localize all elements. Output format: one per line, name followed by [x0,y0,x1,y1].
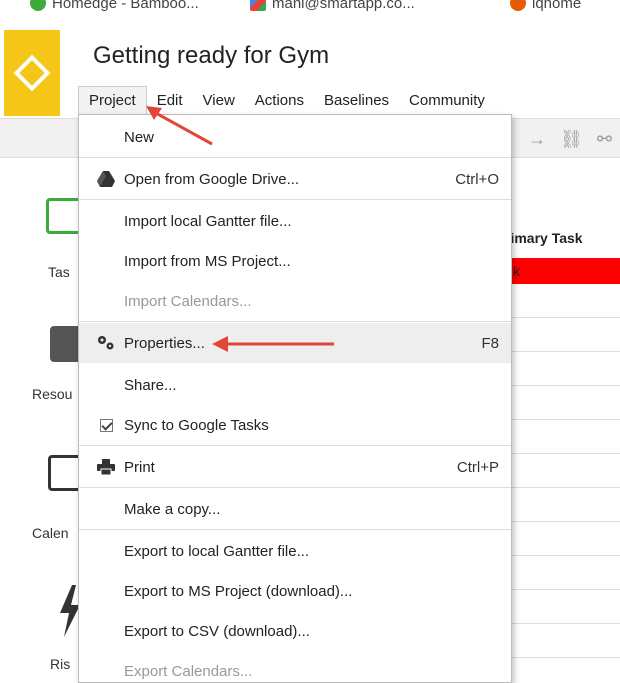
table-row[interactable] [505,386,620,420]
gantter-logo[interactable] [4,30,60,116]
menu-separator [79,199,511,200]
bookmarks-bar: Homedge - Bamboo... mani@smartapp.co... … [0,0,620,18]
arrow-right-icon[interactable]: → [528,129,546,150]
link-icon[interactable]: ⛓ [560,129,583,150]
printer-icon [95,456,117,478]
menu-item-export-gantter[interactable]: Export to local Gantter file... [79,531,511,571]
table-row[interactable] [505,556,620,590]
table-row[interactable] [505,284,620,318]
menubar: Project Edit View Actions Baselines Comm… [78,86,495,114]
menu-item-import-ms-project[interactable]: Import from MS Project... [79,241,511,281]
project-menu: New Open from Google Drive... Ctrl+O Imp… [78,114,512,683]
table-row[interactable] [505,454,620,488]
menu-community[interactable]: Community [399,87,495,114]
menu-actions[interactable]: Actions [245,87,314,114]
grid-first-cell: k [513,263,520,279]
bookmark-homedge[interactable]: Homedge - Bamboo... [30,0,199,12]
green-circle-icon [30,0,46,11]
grid-column-header[interactable]: rimary Task [505,230,583,246]
menu-item-make-copy[interactable]: Make a copy... [79,489,511,529]
table-row[interactable] [505,488,620,522]
toolbar-icons: → ⛓ ⚯ [528,129,612,150]
menu-view[interactable]: View [193,87,245,114]
menu-separator [79,445,511,446]
gmail-icon [250,0,266,11]
google-drive-icon [95,168,117,190]
menu-item-export-csv[interactable]: Export to CSV (download)... [79,611,511,651]
iqhome-icon [510,0,526,11]
menu-item-open-google-drive[interactable]: Open from Google Drive... Ctrl+O [79,159,511,199]
bookmark-gmail[interactable]: mani@smartapp.co... [250,0,415,12]
menu-item-new[interactable]: New [79,117,511,157]
menu-edit[interactable]: Edit [147,87,193,114]
gears-icon [95,332,117,354]
bookmark-iqhome[interactable]: iqhome [510,0,581,12]
task-icon[interactable] [46,198,82,234]
menu-item-export-ms-project[interactable]: Export to MS Project (download)... [79,571,511,611]
unlink-icon[interactable]: ⚯ [597,129,612,150]
menu-separator [79,529,511,530]
menu-item-properties[interactable]: Properties... F8 [79,323,511,363]
grid-first-row[interactable]: k [505,258,620,284]
checkbox-checked-icon[interactable] [99,418,113,432]
menu-project[interactable]: Project [78,86,147,114]
menu-baselines[interactable]: Baselines [314,87,399,114]
table-row[interactable] [505,590,620,624]
menu-separator [79,321,511,322]
table-row[interactable] [505,624,620,658]
menu-separator [79,487,511,488]
menu-item-export-calendars: Export Calendars... [124,662,253,680]
table-row[interactable] [505,420,620,454]
menu-item-share[interactable]: Share... [79,365,511,405]
table-row[interactable] [505,352,620,386]
table-row[interactable] [505,318,620,352]
grid-rows [505,284,620,683]
project-title[interactable]: Getting ready for Gym [93,42,329,70]
menu-item-import-gantter[interactable]: Import local Gantter file... [79,201,511,241]
menu-item-print[interactable]: Print Ctrl+P [79,447,511,487]
menu-separator [79,157,511,158]
table-row[interactable] [505,522,620,556]
menu-item-import-calendars: Import Calendars... [124,292,252,310]
diamond-logo-icon [13,54,51,92]
menu-item-sync-google-tasks[interactable]: Sync to Google Tasks [79,405,511,445]
